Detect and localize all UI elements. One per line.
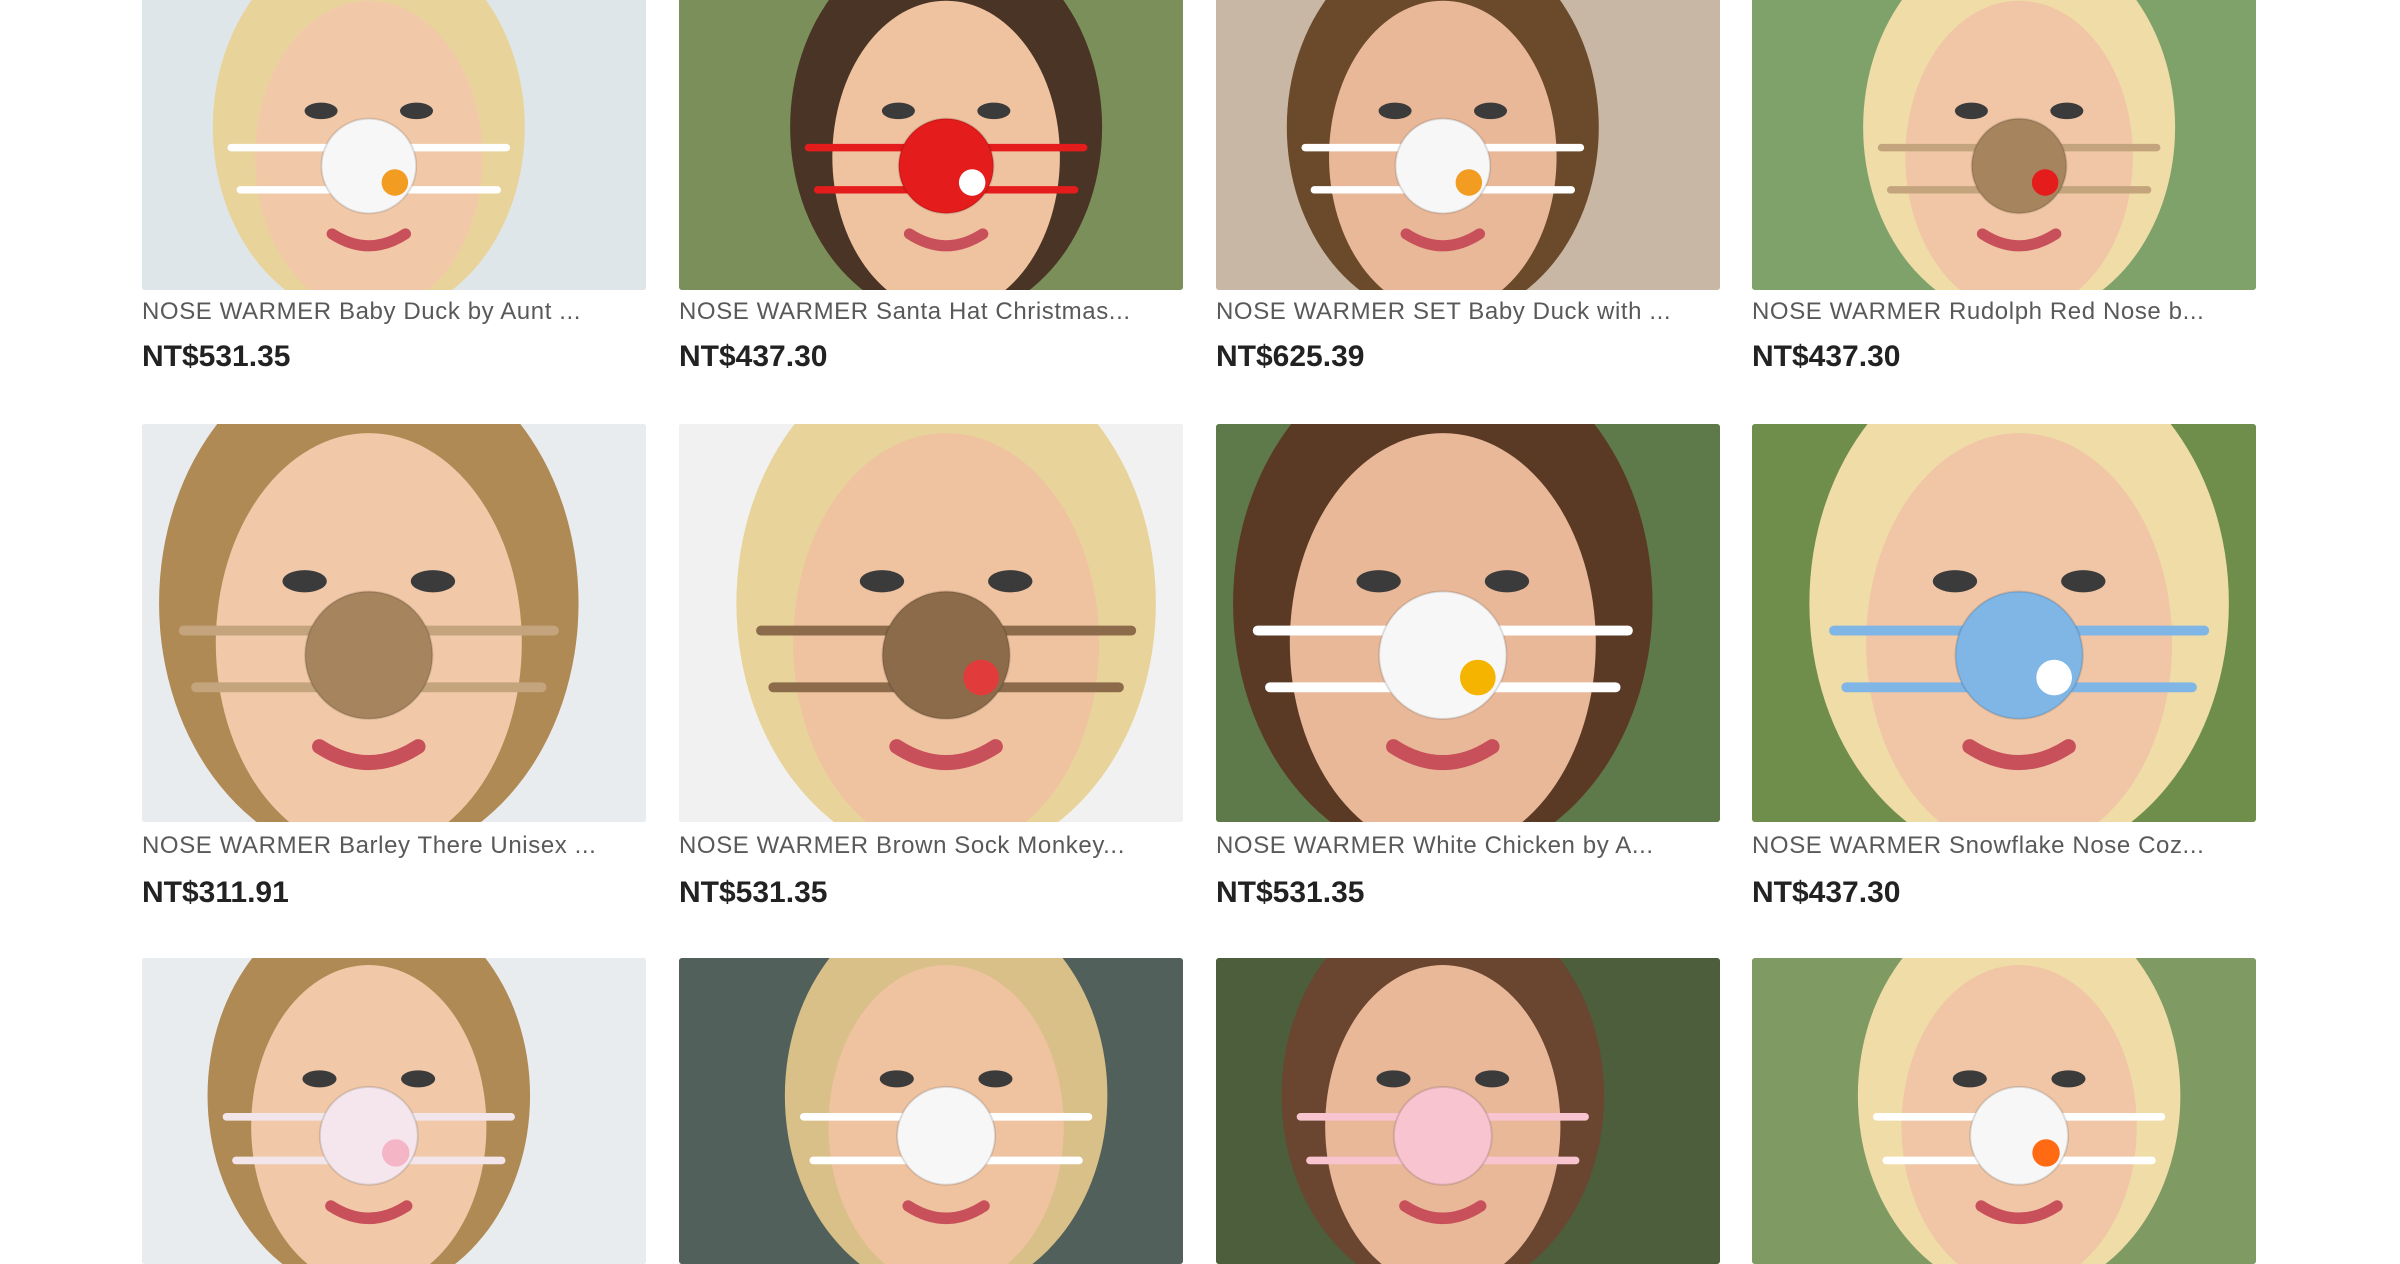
listing-price: NT$531.35 <box>142 340 291 373</box>
listing-title[interactable]: NOSE WARMER White Chicken by A... <box>1216 832 1720 860</box>
listing-image[interactable] <box>679 958 1183 1264</box>
listing-price: NT$311.91 <box>142 876 289 909</box>
listing-image[interactable] <box>1216 958 1720 1264</box>
listing-title[interactable]: NOSE WARMER Brown Sock Monkey... <box>679 832 1183 860</box>
listing-image[interactable] <box>1752 0 2256 290</box>
listing-image[interactable] <box>142 0 646 290</box>
listing-price: NT$437.30 <box>1752 876 1901 909</box>
listing-price: NT$625.39 <box>1216 340 1365 373</box>
listing-image[interactable] <box>142 958 646 1264</box>
listing-image[interactable] <box>1216 0 1720 290</box>
listing-price: NT$437.30 <box>679 340 828 373</box>
listing-image[interactable] <box>1216 424 1720 822</box>
listing-price: NT$437.30 <box>1752 340 1901 373</box>
listing-image[interactable] <box>1752 424 2256 822</box>
listing-title[interactable]: NOSE WARMER Baby Duck by Aunt ... <box>142 298 646 326</box>
listing-image[interactable] <box>679 424 1183 822</box>
listing-image[interactable] <box>1752 958 2256 1264</box>
listing-title[interactable]: NOSE WARMER Snowflake Nose Coz... <box>1752 832 2256 860</box>
listing-image[interactable] <box>679 0 1183 290</box>
listing-title[interactable]: NOSE WARMER SET Baby Duck with ... <box>1216 298 1720 326</box>
listing-image[interactable] <box>142 424 646 822</box>
listing-title[interactable]: NOSE WARMER Santa Hat Christmas... <box>679 298 1183 326</box>
listing-title[interactable]: NOSE WARMER Rudolph Red Nose b... <box>1752 298 2256 326</box>
listing-price: NT$531.35 <box>679 876 828 909</box>
listing-price: NT$531.35 <box>1216 876 1365 909</box>
listing-title[interactable]: NOSE WARMER Barley There Unisex ... <box>142 832 646 860</box>
